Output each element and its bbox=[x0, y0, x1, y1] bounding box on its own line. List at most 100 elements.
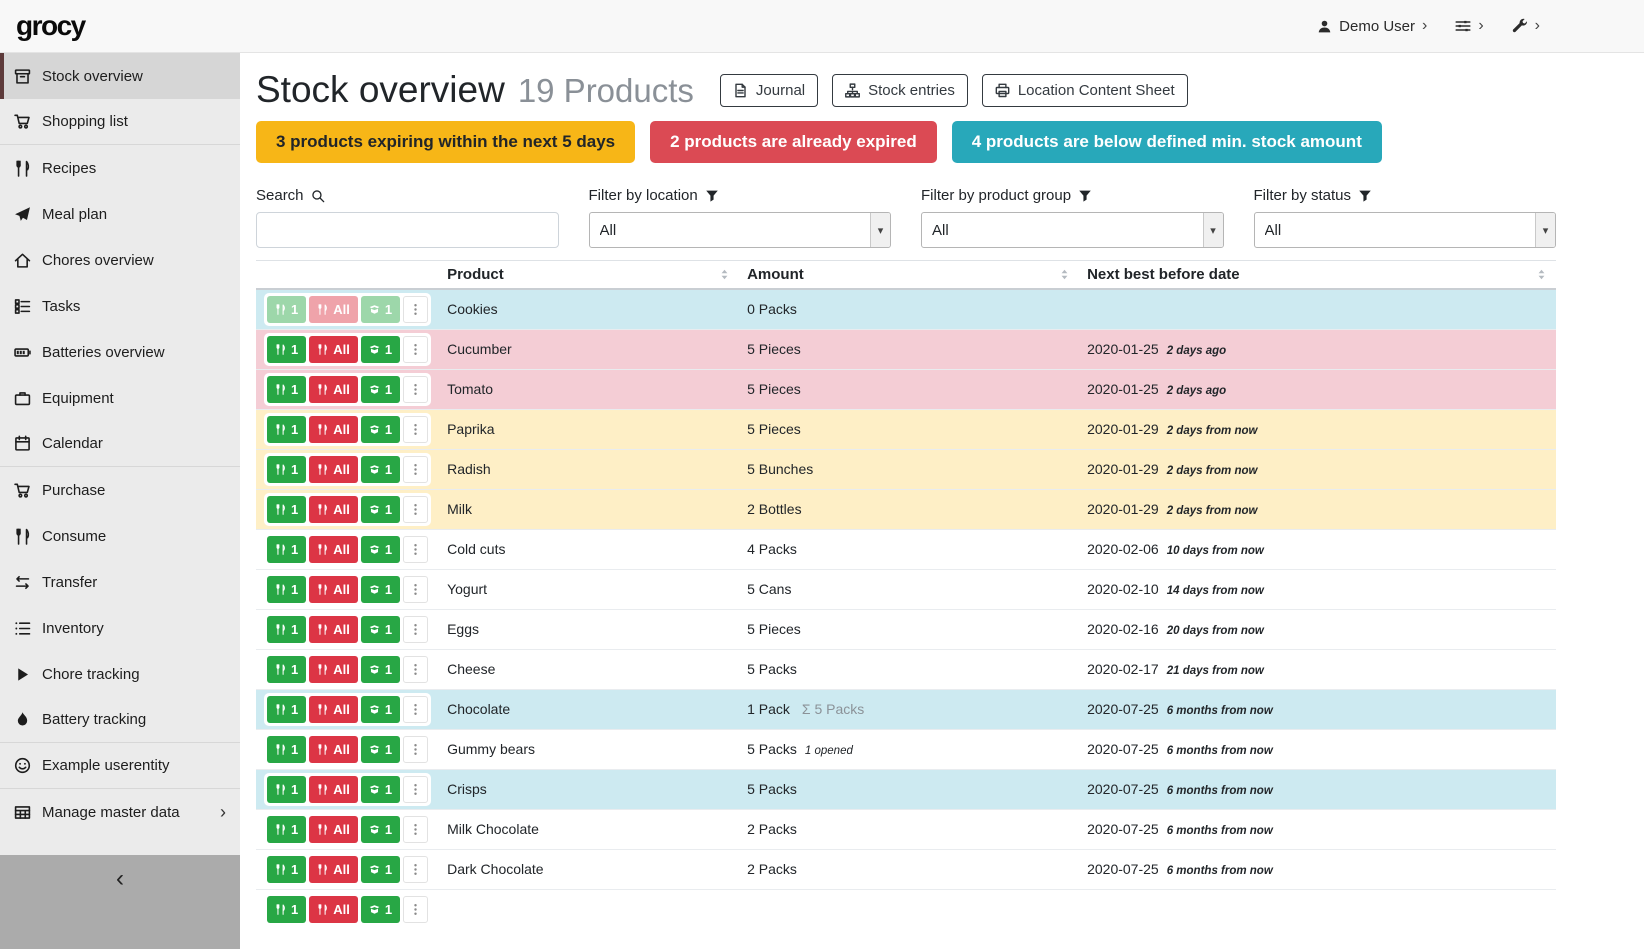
row-menu-button[interactable] bbox=[403, 576, 428, 603]
consume-all-button[interactable]: All bbox=[309, 296, 358, 323]
consume-all-button[interactable]: All bbox=[309, 776, 358, 803]
open-one-button[interactable]: 1 bbox=[361, 656, 400, 683]
consume-all-button[interactable]: All bbox=[309, 736, 358, 763]
date-column-header[interactable]: Next best before date bbox=[1079, 261, 1556, 290]
row-menu-button[interactable] bbox=[403, 896, 428, 923]
sidebar-item-transfer[interactable]: Transfer bbox=[0, 559, 240, 605]
row-menu-button[interactable] bbox=[403, 296, 428, 323]
open-one-button[interactable]: 1 bbox=[361, 696, 400, 723]
open-one-button[interactable]: 1 bbox=[361, 816, 400, 843]
open-one-button[interactable]: 1 bbox=[361, 496, 400, 523]
row-menu-button[interactable] bbox=[403, 336, 428, 363]
sidebar-item-purchase[interactable]: Purchase bbox=[0, 467, 240, 513]
open-one-button[interactable]: 1 bbox=[361, 336, 400, 363]
consume-one-button[interactable]: 1 bbox=[267, 896, 306, 923]
open-one-button[interactable]: 1 bbox=[361, 896, 400, 923]
open-one-button[interactable]: 1 bbox=[361, 456, 400, 483]
row-menu-button[interactable] bbox=[403, 496, 428, 523]
alert-banner-1[interactable]: 3 products expiring within the next 5 da… bbox=[256, 121, 635, 163]
consume-one-button[interactable]: 1 bbox=[267, 576, 306, 603]
consume-one-button[interactable]: 1 bbox=[267, 696, 306, 723]
consume-one-button[interactable]: 1 bbox=[267, 816, 306, 843]
product-group-select[interactable]: All bbox=[921, 212, 1224, 248]
consume-all-button[interactable]: All bbox=[309, 856, 358, 883]
consume-all-button[interactable]: All bbox=[309, 616, 358, 643]
grocy-logo[interactable]: grocy bbox=[16, 10, 85, 42]
sidebar-item-chore-tracking[interactable]: Chore tracking bbox=[0, 651, 240, 697]
consume-all-button[interactable]: All bbox=[309, 696, 358, 723]
consume-one-button[interactable]: 1 bbox=[267, 776, 306, 803]
user-menu[interactable]: Demo User › bbox=[1317, 18, 1427, 35]
open-one-button[interactable]: 1 bbox=[361, 856, 400, 883]
open-one-button[interactable]: 1 bbox=[361, 576, 400, 603]
row-menu-button[interactable] bbox=[403, 616, 428, 643]
sidebar-item-meal-plan[interactable]: Meal plan bbox=[0, 191, 240, 237]
consume-one-button[interactable]: 1 bbox=[267, 656, 306, 683]
settings-menu[interactable]: › bbox=[1455, 18, 1483, 34]
consume-all-button[interactable]: All bbox=[309, 336, 358, 363]
sidebar-item-batteries-overview[interactable]: Batteries overview bbox=[0, 329, 240, 375]
open-one-button[interactable]: 1 bbox=[361, 736, 400, 763]
alert-banner-2[interactable]: 2 products are already expired bbox=[650, 121, 937, 163]
consume-all-button[interactable]: All bbox=[309, 456, 358, 483]
table-icon bbox=[14, 804, 31, 821]
consume-all-button[interactable]: All bbox=[309, 496, 358, 523]
row-menu-button[interactable] bbox=[403, 536, 428, 563]
consume-all-button[interactable]: All bbox=[309, 376, 358, 403]
row-menu-button[interactable] bbox=[403, 656, 428, 683]
sidebar-item-shopping-list[interactable]: Shopping list bbox=[0, 99, 240, 145]
consume-one-button[interactable]: 1 bbox=[267, 536, 306, 563]
consume-all-button[interactable]: All bbox=[309, 816, 358, 843]
location-select[interactable]: All bbox=[589, 212, 892, 248]
status-select[interactable]: All bbox=[1254, 212, 1557, 248]
open-one-button[interactable]: 1 bbox=[361, 776, 400, 803]
consume-one-button[interactable]: 1 bbox=[267, 376, 306, 403]
consume-all-button[interactable]: All bbox=[309, 656, 358, 683]
consume-all-button[interactable]: All bbox=[309, 416, 358, 443]
row-menu-button[interactable] bbox=[403, 816, 428, 843]
product-column-header[interactable]: Product bbox=[439, 261, 739, 290]
open-one-button[interactable]: 1 bbox=[361, 376, 400, 403]
sidebar-item-tasks[interactable]: Tasks bbox=[0, 283, 240, 329]
sidebar-item-chores-overview[interactable]: Chores overview bbox=[0, 237, 240, 283]
open-one-button[interactable]: 1 bbox=[361, 616, 400, 643]
consume-all-button[interactable]: All bbox=[309, 896, 358, 923]
consume-one-button[interactable]: 1 bbox=[267, 416, 306, 443]
row-menu-button[interactable] bbox=[403, 696, 428, 723]
row-menu-button[interactable] bbox=[403, 856, 428, 883]
sidebar-item-calendar[interactable]: Calendar bbox=[0, 421, 240, 467]
open-one-button[interactable]: 1 bbox=[361, 296, 400, 323]
location-content-sheet-button[interactable]: Location Content Sheet bbox=[982, 74, 1188, 107]
consume-one-button[interactable]: 1 bbox=[267, 856, 306, 883]
open-one-button[interactable]: 1 bbox=[361, 416, 400, 443]
sidebar-item-battery-tracking[interactable]: Battery tracking bbox=[0, 697, 240, 743]
row-menu-button[interactable] bbox=[403, 456, 428, 483]
consume-one-button[interactable]: 1 bbox=[267, 296, 306, 323]
sidebar-item-inventory[interactable]: Inventory bbox=[0, 605, 240, 651]
open-one-button[interactable]: 1 bbox=[361, 536, 400, 563]
consume-one-button[interactable]: 1 bbox=[267, 616, 306, 643]
search-input[interactable] bbox=[256, 212, 559, 248]
alert-banner-3[interactable]: 4 products are below defined min. stock … bbox=[952, 121, 1382, 163]
sidebar-item-manage-master-data[interactable]: Manage master data› bbox=[0, 789, 240, 835]
consume-one-button[interactable]: 1 bbox=[267, 336, 306, 363]
amount-column-header[interactable]: Amount bbox=[739, 261, 1079, 290]
consume-one-button[interactable]: 1 bbox=[267, 496, 306, 523]
stock-entries-button[interactable]: Stock entries bbox=[832, 74, 968, 107]
consume-one-button[interactable]: 1 bbox=[267, 456, 306, 483]
sidebar-item-recipes[interactable]: Recipes bbox=[0, 145, 240, 191]
consume-all-button[interactable]: All bbox=[309, 576, 358, 603]
consume-one-button[interactable]: 1 bbox=[267, 736, 306, 763]
sidebar-collapse-button[interactable]: ‹ bbox=[0, 855, 240, 949]
sidebar-item-equipment[interactable]: Equipment bbox=[0, 375, 240, 421]
sidebar-item-example-userentity[interactable]: Example userentity bbox=[0, 743, 240, 789]
sidebar-item-stock-overview[interactable]: Stock overview bbox=[0, 53, 240, 99]
row-menu-button[interactable] bbox=[403, 776, 428, 803]
journal-button[interactable]: Journal bbox=[720, 74, 818, 107]
sidebar-item-consume[interactable]: Consume bbox=[0, 513, 240, 559]
row-menu-button[interactable] bbox=[403, 736, 428, 763]
row-menu-button[interactable] bbox=[403, 416, 428, 443]
row-menu-button[interactable] bbox=[403, 376, 428, 403]
admin-menu[interactable]: › bbox=[1512, 18, 1540, 34]
consume-all-button[interactable]: All bbox=[309, 536, 358, 563]
